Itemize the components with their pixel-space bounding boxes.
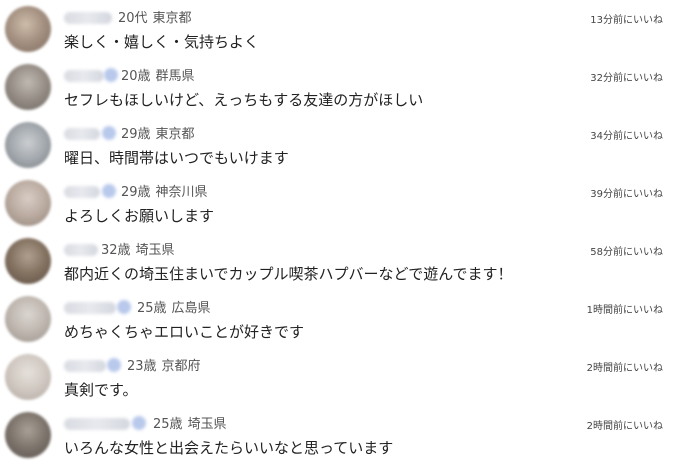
user-prefecture: 群馬県 (155, 69, 195, 84)
user-age: 23歳 (127, 359, 157, 374)
user-age: 29歳 (121, 127, 151, 142)
user-avatar[interactable] (5, 122, 51, 168)
user-message: 都内近くの埼玉住まいでカップル喫茶ハプバーなどで遊んでます！ (64, 265, 513, 283)
like-time: 32分前にいいね (590, 73, 663, 84)
user-message: めちゃくちゃエロいことが好きです (64, 323, 305, 341)
like-time: 1時間前にいいね (586, 305, 663, 316)
user-prefecture: 神奈川県 (155, 185, 208, 200)
user-age: 25歳 (137, 301, 167, 316)
verified-badge-icon (104, 68, 118, 82)
user-prefecture: 東京都 (155, 127, 195, 142)
user-prefecture: 広島県 (171, 301, 211, 316)
blurred-username (64, 12, 112, 24)
verified-badge-icon (132, 416, 146, 430)
user-prefecture: 埼玉県 (187, 417, 227, 432)
like-time: 39分前にいいね (590, 189, 663, 200)
list-item[interactable]: 29歳 神奈川県 39分前にいいね よろしくお願いします (0, 174, 685, 232)
verified-badge-icon (102, 126, 116, 140)
user-meta: 25歳 埼玉県 (153, 413, 227, 432)
blurred-username (64, 244, 98, 256)
list-item[interactable]: 32歳 埼玉県 58分前にいいね 都内近くの埼玉住まいでカップル喫茶ハプバーなどで… (0, 232, 685, 290)
user-avatar[interactable] (5, 6, 51, 52)
user-age: 20歳 (121, 69, 151, 84)
user-meta: 20歳 群馬県 (121, 65, 195, 84)
blurred-username (64, 186, 100, 198)
user-meta: 20代 東京都 (118, 7, 192, 26)
user-avatar[interactable] (5, 180, 51, 226)
user-avatar[interactable] (5, 412, 51, 458)
user-message: 曜日、時間帯はいつでもいけます (64, 149, 289, 167)
blurred-username (64, 70, 104, 82)
user-message: 楽しく・嬉しく・気持ちよく (64, 33, 260, 51)
user-age: 29歳 (121, 185, 151, 200)
user-meta: 29歳 東京都 (121, 123, 195, 142)
blurred-username (64, 302, 116, 314)
user-meta: 29歳 神奈川県 (121, 181, 208, 200)
user-message: 真剣です。 (64, 381, 138, 399)
list-item[interactable]: 25歳 広島県 1時間前にいいね めちゃくちゃエロいことが好きです (0, 290, 685, 348)
like-time: 13分前にいいね (590, 15, 663, 26)
user-prefecture: 東京都 (152, 11, 192, 26)
blurred-username (64, 128, 100, 140)
user-avatar[interactable] (5, 64, 51, 110)
user-avatar[interactable] (5, 296, 51, 342)
user-prefecture: 京都府 (161, 359, 201, 374)
liked-user-list: 20代 東京都 13分前にいいね 楽しく・嬉しく・気持ちよく 20歳 群馬県 32分… (0, 0, 685, 475)
user-age: 20代 (118, 11, 148, 26)
blurred-username (64, 418, 130, 430)
like-time: 58分前にいいね (590, 247, 663, 258)
user-message: いろんな女性と出会えたらいいなと思っています (64, 439, 394, 457)
like-time: 2時間前にいいね (586, 421, 663, 432)
user-message: セフレもほしいけど、えっちもする友達の方がほしい (64, 91, 424, 109)
list-item[interactable]: 23歳 京都府 2時間前にいいね 真剣です。 (0, 348, 685, 406)
user-avatar[interactable] (5, 238, 51, 284)
user-meta: 32歳 埼玉県 (101, 239, 175, 258)
blurred-username (64, 360, 106, 372)
user-meta: 23歳 京都府 (127, 355, 201, 374)
list-item[interactable]: 20歳 群馬県 32分前にいいね セフレもほしいけど、えっちもする友達の方がほしい (0, 58, 685, 116)
user-meta: 25歳 広島県 (137, 297, 211, 316)
like-time: 34分前にいいね (590, 131, 663, 142)
list-item[interactable]: 29歳 東京都 34分前にいいね 曜日、時間帯はいつでもいけます (0, 116, 685, 174)
user-message: よろしくお願いします (64, 207, 215, 225)
list-item[interactable]: 25歳 埼玉県 2時間前にいいね いろんな女性と出会えたらいいなと思っています (0, 406, 685, 464)
verified-badge-icon (102, 184, 116, 198)
user-age: 25歳 (153, 417, 183, 432)
like-time: 2時間前にいいね (586, 363, 663, 374)
verified-badge-icon (107, 358, 121, 372)
user-prefecture: 埼玉県 (135, 243, 175, 258)
list-item[interactable]: 20代 東京都 13分前にいいね 楽しく・嬉しく・気持ちよく (0, 0, 685, 58)
verified-badge-icon (117, 300, 131, 314)
user-age: 32歳 (101, 243, 131, 258)
user-avatar[interactable] (5, 354, 51, 400)
